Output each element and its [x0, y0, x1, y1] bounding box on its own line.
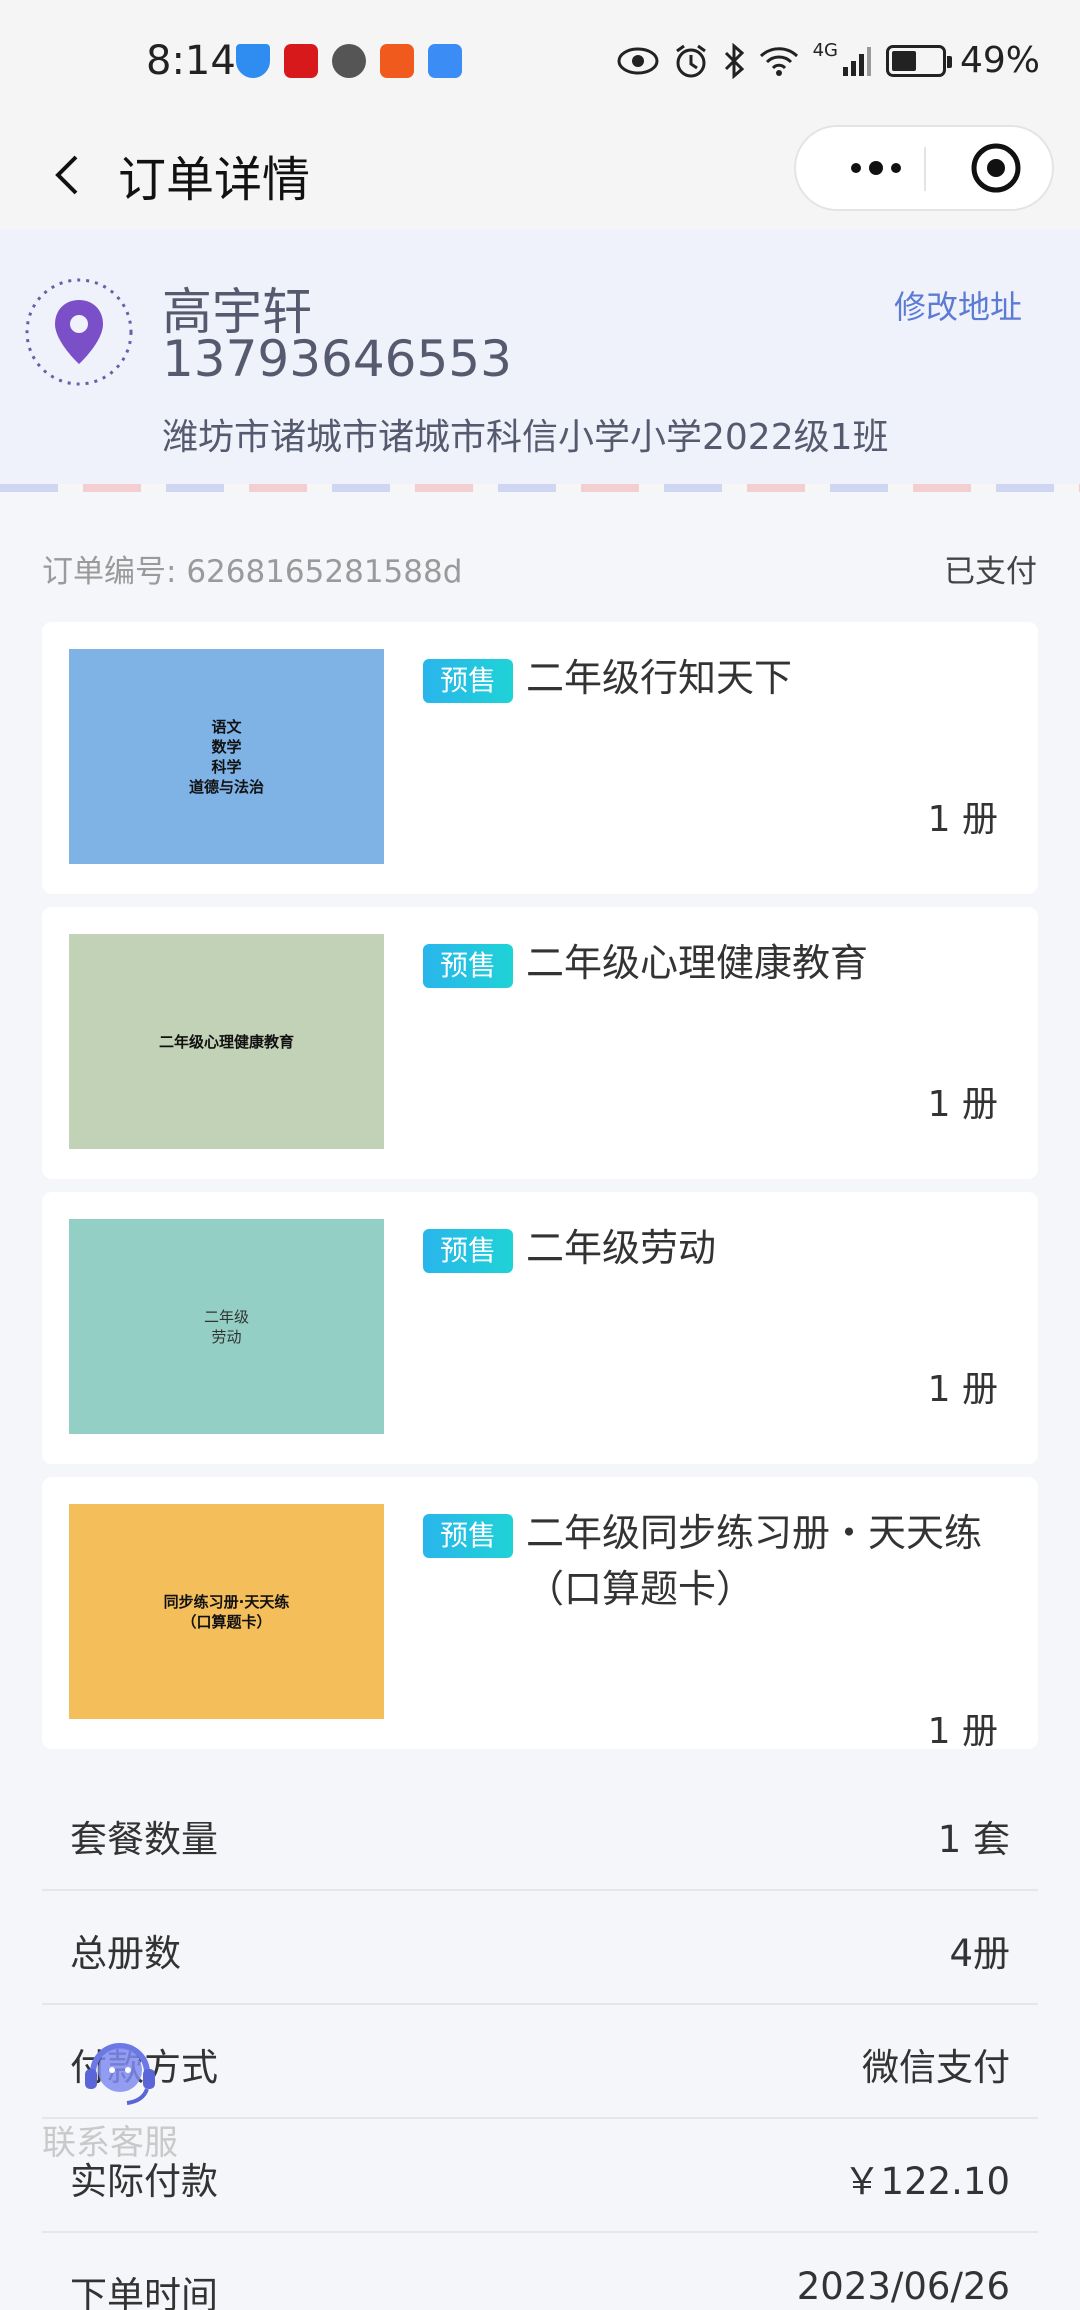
alarm-icon: [675, 44, 706, 77]
summary-value: 1 套: [937, 1818, 1010, 1861]
product-title: 二年级行知天下: [526, 656, 793, 700]
customer-service-button[interactable]: 联系客服: [30, 2020, 210, 2170]
product-title: 二年级同步练习册・天天练（口算题卡）: [526, 1511, 983, 1611]
battery-fill: [891, 50, 916, 71]
summary-row-order-time: 下单时间 2023/06/26: [42, 2233, 1038, 2310]
customer-service-label: 联系客服: [42, 2123, 178, 2163]
summary-label: 套餐数量: [70, 1818, 218, 1861]
product-title: 二年级劳动: [526, 1226, 717, 1270]
eye-icon: [617, 47, 659, 74]
nav-bar: 订单详情: [0, 125, 1080, 230]
system-status: 4G 49%: [617, 40, 1040, 81]
summary-value: 微信支付: [862, 2046, 1010, 2089]
order-status: 已支付: [944, 554, 1037, 590]
product-cover: 语文 数学 科学 道德与法治: [69, 649, 384, 864]
cloud-app-icon: [428, 44, 462, 78]
presale-tag: 预售: [423, 1514, 513, 1558]
summary-label: 下单时间: [70, 2274, 218, 2310]
wifi-icon: [759, 46, 798, 76]
product-cover: 二年级 劳动: [69, 1219, 384, 1434]
address-detail: 潍坊市诸城市诸城市科信小学小学2022级1班: [162, 417, 889, 458]
order-number: 6268165281588d: [186, 554, 463, 590]
product-quantity: 1 册: [927, 1711, 998, 1752]
product-quantity: 1 册: [927, 1369, 998, 1410]
back-button[interactable]: [40, 145, 100, 205]
headset-icon: [85, 2043, 155, 2105]
product-card[interactable]: 二年级心理健康教育 预售 二年级心理健康教育 1 册: [42, 907, 1038, 1179]
status-time: 8:14: [146, 38, 236, 84]
presale-tag: 预售: [423, 944, 513, 988]
more-menu-button[interactable]: [826, 127, 926, 209]
summary-row-volume-count: 总册数 4册: [42, 1891, 1038, 2005]
product-card[interactable]: 语文 数学 科学 道德与法治 预售 二年级行知天下 1 册: [42, 622, 1038, 894]
page-title: 订单详情: [118, 152, 311, 208]
order-number-label: 订单编号:: [42, 554, 177, 590]
address-stripe: [0, 484, 1080, 492]
address-section: 高宇轩 13793646553 潍坊市诸城市诸城市科信小学小学2022级1班 修…: [0, 230, 1080, 492]
status-bar: 8:14 4G 49%: [0, 0, 1080, 125]
recipient-phone: 13793646553: [162, 330, 512, 388]
presale-tag: 预售: [423, 1229, 513, 1273]
battery-icon: [885, 44, 952, 77]
summary-row-package-count: 套餐数量 1 套: [42, 1777, 1038, 1891]
signal-icon: [842, 46, 871, 76]
summary-value: ￥122.10: [843, 2160, 1010, 2203]
chat-app-icon: [332, 44, 366, 78]
order-header: 订单编号: 6268165281588d 已支付: [42, 546, 1037, 591]
edit-address-link[interactable]: 修改地址: [894, 282, 1022, 328]
product-card[interactable]: 二年级 劳动 预售 二年级劳动 1 册: [42, 1192, 1038, 1464]
product-quantity: 1 册: [927, 1084, 998, 1125]
mini-program-capsule: [794, 125, 1054, 211]
presale-tag: 预售: [423, 659, 513, 703]
taobao-app-icon: [380, 44, 414, 78]
network-type: 4G: [812, 40, 838, 61]
product-title: 二年级心理健康教育: [526, 941, 869, 985]
red-app-icon: [284, 44, 318, 78]
summary-value: 4册: [949, 1932, 1010, 1975]
shield-app-icon: [236, 44, 270, 78]
summary-value: 2023/06/26: [796, 2265, 1010, 2308]
battery-percent: 49%: [959, 40, 1040, 81]
product-cover: 同步练习册·天天练 （口算题卡）: [69, 1504, 384, 1719]
close-mini-program-button[interactable]: [946, 127, 1046, 209]
product-cover: 二年级心理健康教育: [69, 934, 384, 1149]
product-card[interactable]: 同步练习册·天天练 （口算题卡） 预售 二年级同步练习册・天天练（口算题卡） 1…: [42, 1477, 1038, 1752]
location-pin-icon: [25, 278, 133, 386]
product-quantity: 1 册: [927, 799, 998, 840]
notification-icons: [236, 44, 462, 78]
bluetooth-icon: [724, 42, 744, 79]
summary-label: 总册数: [70, 1932, 181, 1975]
